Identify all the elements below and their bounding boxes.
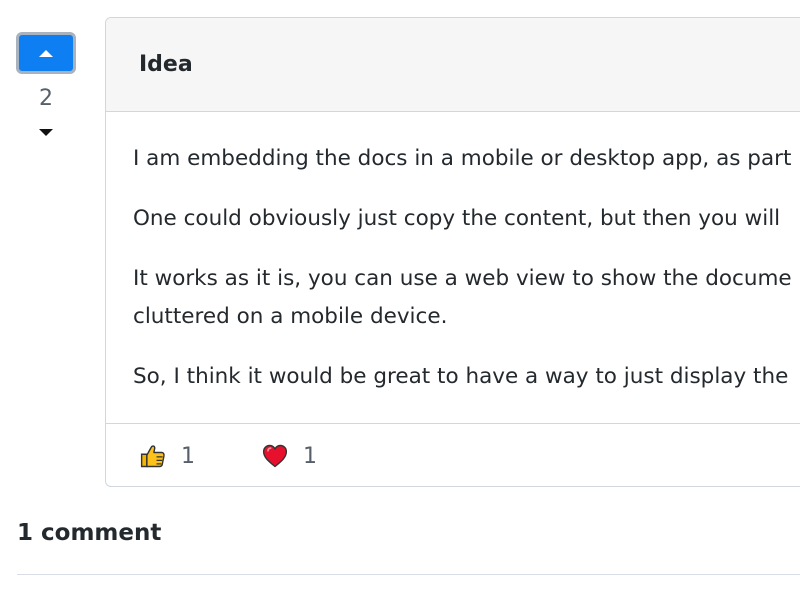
caret-up-icon — [39, 49, 53, 57]
body-paragraph: It works as it is, you can use a web vie… — [133, 260, 800, 336]
reaction-count: 1 — [303, 443, 317, 469]
reactions-bar: 1 1 — [106, 424, 800, 486]
caret-down-icon — [39, 128, 53, 136]
divider — [17, 574, 800, 575]
discussion-page: 2 Idea I am embedding the docs in a mobi… — [0, 0, 800, 600]
comments-heading: 1 comment — [17, 520, 162, 546]
body-paragraph-line: cluttered on a mobile device. — [133, 304, 448, 329]
category-label: Idea — [139, 52, 193, 77]
heart-icon — [262, 444, 288, 468]
discussion-card: Idea I am embedding the docs in a mobile… — [105, 17, 800, 487]
body-paragraph-line: It works as it is, you can use a web vie… — [133, 266, 792, 291]
vote-column: 2 — [13, 32, 79, 140]
body-paragraph: I am embedding the docs in a mobile or d… — [133, 146, 792, 171]
thumbs-up-icon — [140, 445, 165, 468]
card-header: Idea — [106, 18, 800, 112]
reaction-heart-button[interactable]: 1 — [261, 442, 317, 470]
body-paragraph: So, I think it would be great to have a … — [133, 364, 789, 389]
upvote-button[interactable] — [16, 32, 76, 74]
reaction-count: 1 — [181, 443, 195, 469]
reaction-thumbs-up-button[interactable]: 1 — [139, 442, 195, 470]
downvote-button[interactable] — [34, 124, 58, 140]
body-paragraph: One could obviously just copy the conten… — [133, 206, 781, 231]
vote-count: 2 — [39, 86, 53, 111]
discussion-body: I am embedding the docs in a mobile or d… — [106, 112, 800, 424]
